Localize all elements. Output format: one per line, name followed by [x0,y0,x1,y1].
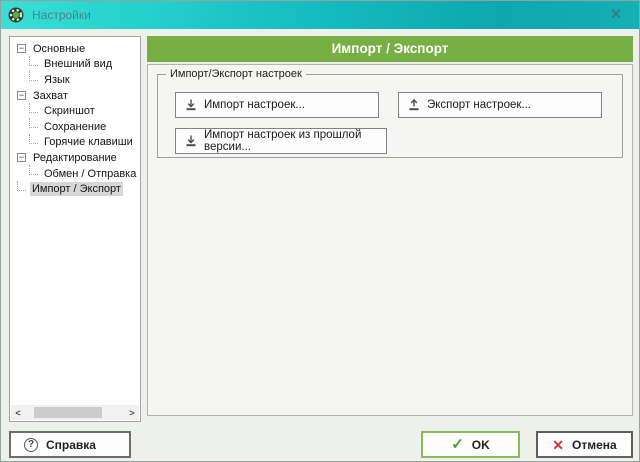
titlebar[interactable]: Настройки ✕ [1,1,639,29]
sidebar-item-label: Основные [31,42,87,56]
cancel-button[interactable]: ✕ Отмена [536,431,633,458]
sidebar-item-label: Захват [31,89,70,103]
sidebar-item-label: Горячие клавиши [42,135,135,149]
sidebar-item-screenshot[interactable]: Скриншот [10,103,139,119]
ok-button[interactable]: ✓ OK [421,431,520,458]
sidebar-item-label: Скриншот [42,104,97,118]
close-icon[interactable]: ✕ [606,5,626,25]
upload-icon [408,99,420,111]
sidebar-item-editing[interactable]: − Редактирование [10,150,139,166]
groupbox-title: Импорт/Экспорт настроек [166,68,306,80]
collapse-icon[interactable]: − [17,44,26,53]
settings-window: Настройки ✕ − Основные Внешний вид Язык … [0,0,640,462]
sidebar-item-label: Редактирование [31,151,119,165]
import-previous-version-button[interactable]: Импорт настроек из прошлой версии... [175,128,387,154]
tree-connector [29,118,38,128]
sidebar-item-basic[interactable]: − Основные [10,41,139,57]
download-icon [185,135,197,147]
button-label: Импорт настроек... [204,99,305,111]
tree-connector [29,165,38,175]
button-label: Справка [46,438,96,452]
button-label: Отмена [572,438,617,452]
help-button[interactable]: ? Справка [9,431,131,458]
sidebar-item-import-export[interactable]: Импорт / Экспорт [10,181,139,197]
tree-connector [29,134,38,144]
collapse-icon[interactable]: − [17,91,26,100]
button-label: OK [472,438,490,452]
check-icon: ✓ [451,437,464,452]
sidebar-item-label: Язык [42,73,72,87]
sidebar-item-label: Сохранение [42,120,108,134]
scrollbar-thumb[interactable] [34,407,102,418]
settings-tree: − Основные Внешний вид Язык − Захват Скр… [9,36,141,422]
sidebar-item-label: Внешний вид [42,57,114,71]
tree-connector [29,71,38,81]
scroll-left-icon[interactable]: < [11,408,25,418]
main-panel: Импорт/Экспорт настроек Импорт настроек.… [147,64,633,416]
tree-connector [29,56,38,66]
app-gear-icon [8,7,24,23]
scroll-right-icon[interactable]: > [125,408,139,418]
page-title: Импорт / Экспорт [147,36,633,62]
sidebar-item-language[interactable]: Язык [10,72,139,88]
collapse-icon[interactable]: − [17,153,26,162]
download-icon [185,99,197,111]
sidebar-item-hotkeys[interactable]: Горячие клавиши [10,135,139,151]
sidebar-item-capture[interactable]: − Захват [10,88,139,104]
cancel-x-icon: ✕ [552,438,564,452]
sidebar-item-label: Обмен / Отправка [42,167,138,181]
export-settings-button[interactable]: Экспорт настроек... [398,92,602,118]
sidebar-item-appearance[interactable]: Внешний вид [10,57,139,73]
import-settings-button[interactable]: Импорт настроек... [175,92,379,118]
sidebar-item-sharing[interactable]: Обмен / Отправка [10,166,139,182]
tree-rows: − Основные Внешний вид Язык − Захват Скр… [10,41,139,403]
button-label: Импорт настроек из прошлой версии... [204,129,377,153]
tree-connector [29,103,38,113]
button-label: Экспорт настроек... [427,99,531,111]
window-title: Настройки [32,8,91,22]
import-export-groupbox: Импорт/Экспорт настроек Импорт настроек.… [157,74,623,158]
sidebar-item-saving[interactable]: Сохранение [10,119,139,135]
tree-connector [17,181,26,191]
tree-horizontal-scrollbar[interactable]: < > [11,405,139,420]
sidebar-item-label: Импорт / Экспорт [30,182,123,196]
help-icon: ? [24,438,38,452]
